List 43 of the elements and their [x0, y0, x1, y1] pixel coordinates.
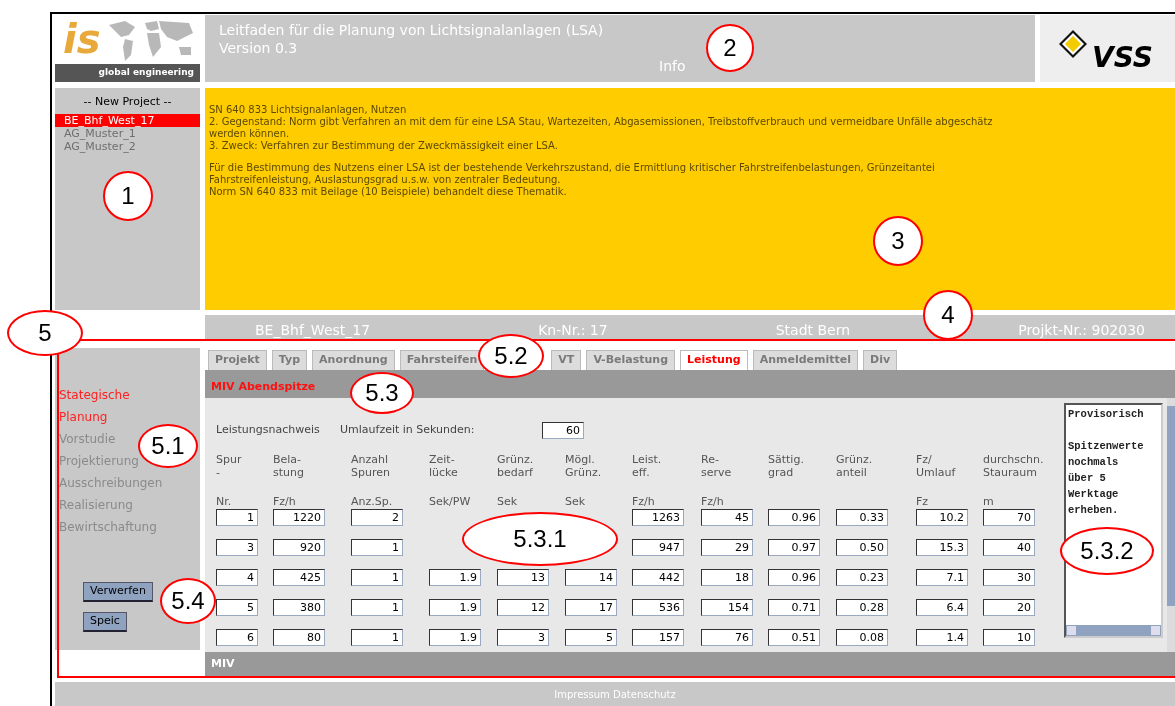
column-unit: Fz — [916, 495, 930, 508]
column-header: Mögl. Grünz. — [565, 453, 603, 479]
note-line: nochmals — [1068, 455, 1120, 470]
column-unit: Sek — [565, 495, 587, 508]
column-header: Bela- stung — [273, 453, 305, 479]
info-text: Für die Bestimmung des Nutzens einer LSA ist der bestehende Verkehrszustand, die Ermittlung kritischer Fahrstreifenbelastungen, Grünzeitantei — [209, 162, 936, 174]
note-line: Provisorisch — [1068, 407, 1145, 422]
logo-tagline: global engineering — [98, 66, 194, 80]
column-header: Sättig. grad — [768, 453, 805, 479]
column-unit: m — [983, 495, 995, 508]
callout-tooltip: 5 — [7, 310, 83, 356]
info-text: 2. Gegenstand: Norm gibt Verfahren an mit dem für eine LSA Stau, Wartezeiten, Abgasemissionen, Treibstoffverbrauch und vermeidbare Unfälle abgeschätz — [209, 116, 994, 128]
note-line: erheben. — [1068, 503, 1120, 518]
info-text: Fahrstreifenleistung, Auslastungsgrad u.s.w. von zentraler Bedeutung. — [209, 174, 562, 186]
column-header: Zeit- lücke — [429, 453, 459, 479]
note-line: Spitzenwerte — [1068, 439, 1145, 454]
partner-logo-text: VSS — [1092, 43, 1153, 72]
column-unit: Nr. — [216, 495, 233, 508]
logo-mark: is — [63, 19, 101, 59]
info-text: Norm SN 640 833 mit Beilage (10 Beispiele) behandelt diese Thematik. — [209, 186, 568, 198]
column-header: Grünz. anteil — [836, 453, 874, 479]
column-header: Leist. eff. — [632, 453, 663, 479]
column-header: Anzahl Spuren — [351, 453, 391, 479]
column-unit: Fz/h — [273, 495, 297, 508]
info-text: SN 640 833 Lichtsignalanlagen, Nutzen — [209, 104, 408, 116]
section-label: Leistungsnachweis — [216, 422, 321, 439]
column-header: Fz/ Umlauf — [916, 453, 957, 479]
column-unit: Fz/h — [632, 495, 656, 508]
note-line: über 5 — [1068, 471, 1107, 486]
column-header: durchschn. Stauraum — [983, 453, 1045, 479]
panel-title: MIV Abendspitze — [211, 380, 316, 393]
column-unit: Anz.Sp. — [351, 495, 394, 508]
column-unit: Sek — [497, 495, 519, 508]
column-header: Re- serve — [701, 453, 733, 479]
info-text: werden können. — [209, 128, 291, 140]
column-header: Grünz. bedarf — [497, 453, 535, 479]
column-unit: Sek/PW — [429, 495, 472, 508]
column-unit: Fz/h — [701, 495, 725, 508]
cycle-label: Umlaufzeit in Sekunden: — [340, 422, 476, 439]
column-header: Spur - — [216, 453, 243, 479]
panel-footer: MIV — [211, 655, 235, 673]
note-line: Werktage — [1068, 487, 1120, 502]
info-text: 3. Zweck: Verfahren zur Bestimmung der Zweckmässigkeit einer LSA. — [209, 140, 559, 152]
